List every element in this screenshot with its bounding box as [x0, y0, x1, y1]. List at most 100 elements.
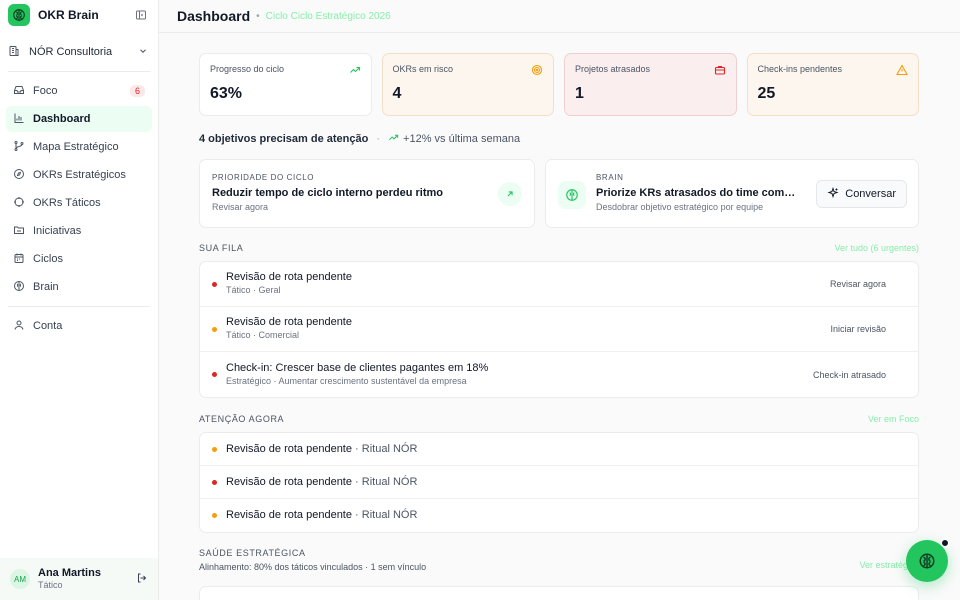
app-shell: OKR Brain NÓR Consultoria Foco 6 Dashboa… [0, 0, 960, 600]
sidebar-divider [8, 71, 150, 72]
weekly-trend: +12% vs última semana [403, 133, 521, 145]
app-title: OKR Brain [38, 8, 99, 22]
attention-count: 4 objetivos precisam de atenção [199, 133, 369, 145]
row-title: Revisão de rota pendente [226, 475, 352, 488]
kpi-row: Progresso do ciclo 63% OKRs em risco 4 P… [199, 53, 919, 116]
queue-item[interactable]: Check-in: Crescer base de clientes pagan… [200, 352, 918, 397]
sidebar-item-ciclos[interactable]: Ciclos [6, 246, 152, 272]
org-name: NÓR Consultoria [29, 46, 113, 58]
sidebar-item-label: Iniciativas [33, 225, 82, 237]
attention-now-header: ATENÇÃO AGORA Ver em Foco [199, 413, 919, 425]
health-card [199, 586, 919, 600]
kpi-label: OKRs em risco [392, 64, 454, 74]
row-text: Revisão de rota pendente Tático · Geral [226, 271, 830, 297]
attention-summary: 4 objetivos precisam de atenção · +12% v… [199, 132, 919, 146]
status-dot [212, 326, 217, 332]
alignment-summary: Alinhamento: 80% dos táticos vinculados … [199, 562, 427, 572]
alert-triangle-icon [896, 64, 908, 76]
kpi-card-okrs-at-risk[interactable]: OKRs em risco 4 [381, 53, 554, 116]
sidebar-item-iniciativas[interactable]: Iniciativas [6, 218, 152, 244]
view-in-focus-link[interactable]: Ver em Foco [868, 414, 919, 424]
sidebar-item-foco[interactable]: Foco 6 [6, 78, 152, 104]
row-text: Revisão de rota pendente · Ritual NÓR [226, 476, 906, 489]
logout-icon[interactable] [136, 572, 148, 587]
sidebar-collapse-icon[interactable] [134, 8, 148, 22]
row-action[interactable]: Check-in atrasado [813, 370, 886, 380]
sidebar-item-mapa-estrategico[interactable]: Mapa Estratégico [6, 134, 152, 160]
sidebar-item-label: OKRs Estratégicos [33, 169, 126, 181]
attention-item[interactable]: Revisão de rota pendente · Ritual NÓR [200, 499, 918, 532]
row-text: Revisão de rota pendente · Ritual NÓR [226, 443, 906, 456]
row-title: Revisão de rota pendente [226, 442, 352, 455]
dashboard-content: Progresso do ciclo 63% OKRs em risco 4 P… [199, 53, 919, 600]
sidebar: OKR Brain NÓR Consultoria Foco 6 Dashboa… [0, 0, 159, 600]
brain-assistant-button[interactable] [906, 539, 949, 582]
trend-up-icon [388, 132, 399, 146]
row-action[interactable]: Iniciar revisão [830, 324, 886, 334]
sidebar-item-label: Conta [33, 320, 63, 332]
brain-icon [13, 280, 25, 295]
cycle-priority-card[interactable]: PRIORIDADE DO CICLO Reduzir tempo de cic… [199, 159, 535, 228]
row-title: Check-in: Crescer base de clientes pagan… [226, 361, 489, 374]
status-dot [212, 372, 217, 377]
briefcase-icon [714, 64, 726, 76]
row-text: Revisão de rota pendente Tático · Comerc… [226, 316, 830, 342]
status-dot [212, 513, 217, 518]
kpi-value: 1 [575, 85, 584, 102]
view-all-link[interactable]: Ver tudo (6 urgentes) [834, 243, 919, 253]
page-title: Dashboard [177, 8, 251, 24]
kpi-value: 63% [210, 85, 243, 102]
arrow-up-right-icon[interactable] [498, 182, 522, 206]
card-title: Reduzir tempo de ciclo interno perdeu ri… [212, 187, 444, 199]
user-name: Ana Martins [38, 567, 101, 579]
queue-header: SUA FILA Ver tudo (6 urgentes) [199, 242, 919, 254]
sparkles-icon [827, 186, 839, 202]
status-dot [212, 479, 217, 485]
separator-dot: · [376, 133, 381, 145]
attention-item[interactable]: Revisão de rota pendente · Ritual NÓR [200, 433, 918, 466]
row-subtitle: Tático · Comercial [226, 330, 300, 340]
queue-item[interactable]: Revisão de rota pendente Tático · Geral … [200, 262, 918, 307]
button-label: Conversar [845, 188, 896, 200]
kpi-card-pending-checkins[interactable]: Check-ins pendentes 25 [746, 53, 919, 116]
highlight-cards: PRIORIDADE DO CICLO Reduzir tempo de cic… [199, 159, 919, 228]
sidebar-divider [8, 306, 150, 307]
brain-icon [558, 181, 586, 209]
status-dot [212, 446, 217, 452]
notification-dot [941, 539, 949, 547]
sidebar-item-okrs-taticos[interactable]: OKRs Táticos [6, 190, 152, 216]
branch-icon [13, 140, 25, 155]
crosshair-icon [13, 196, 25, 211]
topbar: Dashboard • Ciclo Ciclo Estratégico 2026 [159, 0, 960, 33]
kpi-card-late-projects[interactable]: Projetos atrasados 1 [564, 53, 737, 116]
user-info: Ana Martins Tático [38, 567, 136, 591]
kpi-value: 4 [392, 85, 402, 102]
row-subtitle: Tático · Geral [226, 285, 281, 295]
section-title: ATENÇÃO AGORA [199, 414, 285, 424]
queue-list: Revisão de rota pendente Tático · Geral … [199, 261, 919, 398]
org-switcher[interactable]: NÓR Consultoria [8, 42, 148, 62]
attention-item[interactable]: Revisão de rota pendente · Ritual NÓR [200, 466, 918, 499]
status-dot [212, 281, 217, 287]
row-text: Check-in: Crescer base de clientes pagan… [226, 362, 813, 388]
inbox-icon [13, 84, 25, 99]
row-title: Revisão de rota pendente [226, 509, 352, 521]
row-action[interactable]: Revisar agora [830, 279, 886, 289]
sidebar-item-label: Mapa Estratégico [33, 141, 119, 153]
user-role: Tático [38, 580, 63, 590]
conversar-button[interactable]: Conversar [816, 180, 907, 208]
row-context: · Ritual NÓR [351, 509, 418, 521]
row-text: Revisão de rota pendente · Ritual NÓR [226, 509, 906, 522]
main-area: Dashboard • Ciclo Ciclo Estratégico 2026… [159, 0, 960, 600]
sidebar-item-conta[interactable]: Conta [6, 313, 152, 339]
compass-icon [13, 168, 25, 183]
card-kicker: PRIORIDADE DO CICLO [212, 173, 315, 182]
sidebar-item-okrs-estrategicos[interactable]: OKRs Estratégicos [6, 162, 152, 188]
sidebar-item-brain[interactable]: Brain [6, 274, 152, 300]
avatar: AM [10, 569, 30, 589]
queue-item[interactable]: Revisão de rota pendente Tático · Comerc… [200, 307, 918, 352]
sidebar-item-label: Foco [33, 85, 58, 97]
sidebar-item-dashboard[interactable]: Dashboard [6, 106, 152, 132]
kpi-card-cycle-progress[interactable]: Progresso do ciclo 63% [199, 53, 372, 116]
sidebar-item-label: Dashboard [33, 113, 91, 125]
